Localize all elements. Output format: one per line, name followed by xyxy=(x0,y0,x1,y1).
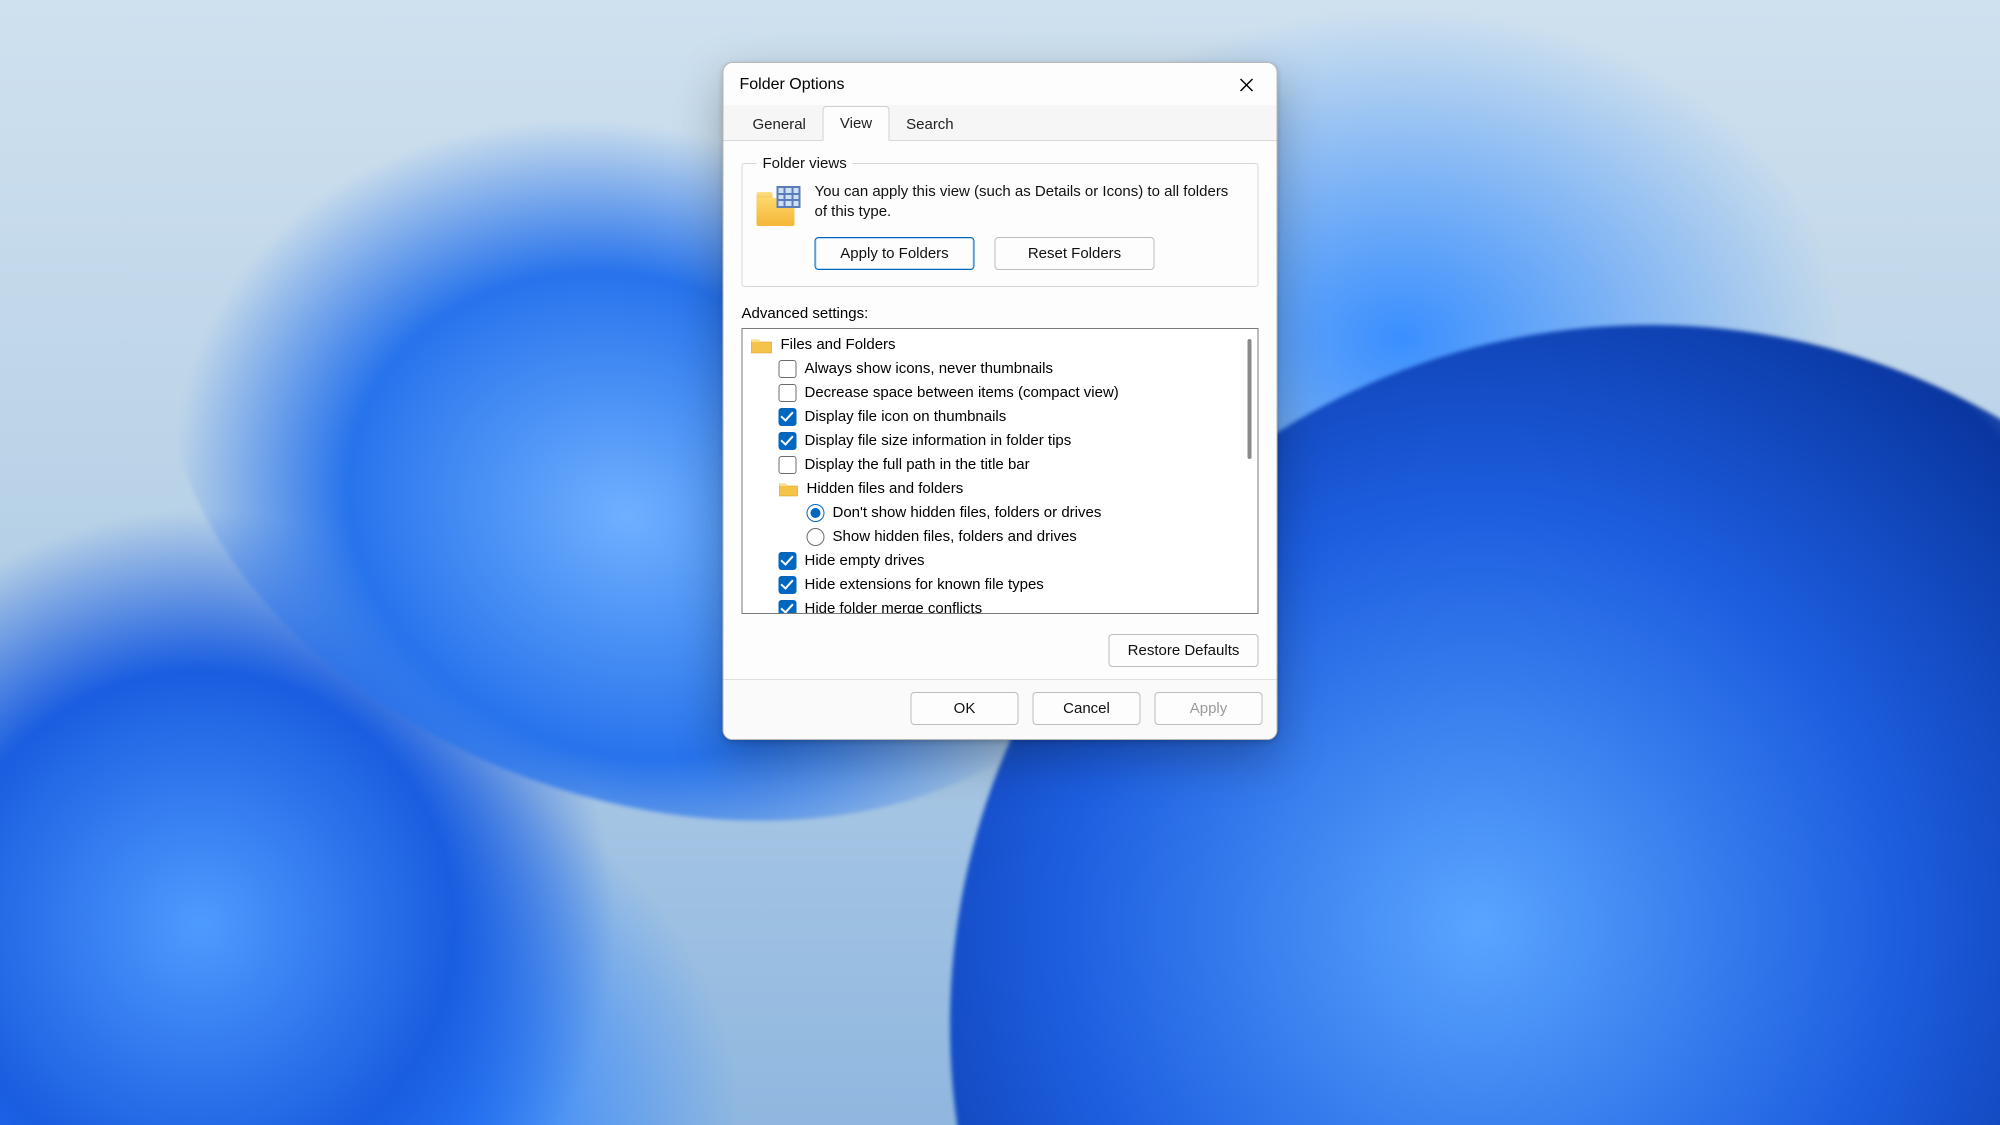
tree-item[interactable]: Display file icon on thumbnails xyxy=(751,405,1248,429)
apply-to-folders-button[interactable]: Apply to Folders xyxy=(815,237,975,270)
tree-item-label: Always show icons, never thumbnails xyxy=(805,360,1053,377)
tree-item-label: Hide extensions for known file types xyxy=(805,576,1044,593)
dialog-footer: OK Cancel Apply xyxy=(724,679,1277,739)
cancel-button[interactable]: Cancel xyxy=(1033,692,1141,725)
tree-group-label: Files and Folders xyxy=(781,336,896,353)
tree-item[interactable]: Display file size information in folder … xyxy=(751,429,1248,453)
tree-group-hidden-files: Hidden files and folders xyxy=(751,477,1248,501)
advanced-settings-label: Advanced settings: xyxy=(742,305,1259,322)
checkbox-icon xyxy=(779,408,797,426)
ok-button[interactable]: OK xyxy=(911,692,1019,725)
tree-item-label: Hide empty drives xyxy=(805,552,925,569)
tree-item[interactable]: Hide folder merge conflicts xyxy=(751,597,1248,614)
tree-item[interactable]: Hide empty drives xyxy=(751,549,1248,573)
checkbox-icon xyxy=(779,576,797,594)
radio-icon xyxy=(807,504,825,522)
tree-item[interactable]: Hide extensions for known file types xyxy=(751,573,1248,597)
tree-radio-item[interactable]: Don't show hidden files, folders or driv… xyxy=(751,501,1248,525)
tree-item[interactable]: Decrease space between items (compact vi… xyxy=(751,381,1248,405)
folder-icon xyxy=(751,336,773,354)
folder-views-description: You can apply this view (such as Details… xyxy=(815,182,1244,223)
dialog-title: Folder Options xyxy=(740,76,845,94)
tree-item-label: Don't show hidden files, folders or driv… xyxy=(833,504,1102,521)
folder-views-legend: Folder views xyxy=(757,155,853,172)
tab-content: Folder views You can apply this view (su… xyxy=(724,141,1277,679)
tree-item-label: Display file icon on thumbnails xyxy=(805,408,1007,425)
titlebar: Folder Options xyxy=(724,63,1277,105)
advanced-settings-tree[interactable]: Files and Folders Always show icons, nev… xyxy=(742,328,1259,614)
tree-item-label: Display the full path in the title bar xyxy=(805,456,1030,473)
close-icon xyxy=(1240,78,1254,92)
tab-search[interactable]: Search xyxy=(889,107,971,141)
tree-item[interactable]: Display the full path in the title bar xyxy=(751,453,1248,477)
restore-defaults-button[interactable]: Restore Defaults xyxy=(1109,634,1259,667)
close-button[interactable] xyxy=(1229,71,1265,99)
checkbox-icon xyxy=(779,456,797,474)
folder-views-group: Folder views You can apply this view (su… xyxy=(742,155,1259,287)
folder-views-icon xyxy=(757,182,801,226)
tree-item-label: Display file size information in folder … xyxy=(805,432,1072,449)
radio-icon xyxy=(807,528,825,546)
scrollbar-thumb[interactable] xyxy=(1248,339,1252,459)
tree-item-label: Decrease space between items (compact vi… xyxy=(805,384,1119,401)
tab-general[interactable]: General xyxy=(736,107,823,141)
folder-icon xyxy=(779,481,799,497)
checkbox-icon xyxy=(779,552,797,570)
tree-group-files-and-folders: Files and Folders xyxy=(751,333,1248,357)
tree-group-label: Hidden files and folders xyxy=(807,480,964,497)
folder-options-dialog: Folder Options General View Search Folde… xyxy=(723,62,1278,740)
tree-item-label: Hide folder merge conflicts xyxy=(805,600,983,614)
checkbox-icon xyxy=(779,384,797,402)
reset-folders-button[interactable]: Reset Folders xyxy=(995,237,1155,270)
checkbox-icon xyxy=(779,360,797,378)
tab-view[interactable]: View xyxy=(823,106,889,141)
checkbox-icon xyxy=(779,432,797,450)
tree-item-label: Show hidden files, folders and drives xyxy=(833,528,1077,545)
apply-button[interactable]: Apply xyxy=(1155,692,1263,725)
checkbox-icon xyxy=(779,600,797,614)
tree-radio-item[interactable]: Show hidden files, folders and drives xyxy=(751,525,1248,549)
tab-bar: General View Search xyxy=(724,105,1277,141)
tree-item[interactable]: Always show icons, never thumbnails xyxy=(751,357,1248,381)
